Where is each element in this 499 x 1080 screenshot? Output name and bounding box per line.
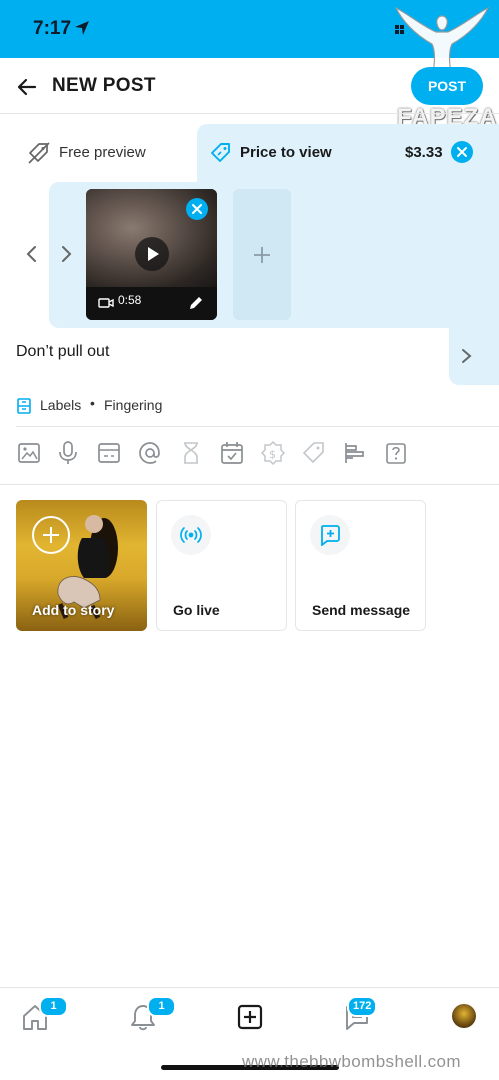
video-camera-icon — [98, 298, 114, 308]
price-tag-icon[interactable] — [301, 440, 327, 466]
vault-icon[interactable] — [96, 440, 122, 466]
send-message-label: Send message — [312, 602, 411, 618]
add-to-story-card[interactable]: Add to story — [16, 500, 147, 631]
video-info-bar — [86, 287, 217, 320]
avatar[interactable] — [452, 1004, 476, 1028]
play-icon[interactable] — [135, 237, 169, 271]
fundraise-icon[interactable]: $ — [260, 440, 286, 466]
video-thumbnail[interactable]: 0:58 — [86, 189, 217, 320]
divider — [16, 426, 499, 427]
tab-free-preview[interactable]: Free preview — [0, 124, 197, 182]
add-post-icon[interactable] — [235, 1002, 267, 1034]
go-live-label: Go live — [173, 602, 220, 618]
send-message-card[interactable]: Send message — [295, 500, 426, 631]
caption-text[interactable]: Don’t pull out — [16, 343, 109, 361]
svg-text:$: $ — [269, 448, 276, 461]
status-time: 7:17 — [33, 18, 72, 39]
labels-separator: • — [90, 395, 95, 411]
mention-icon[interactable] — [137, 440, 163, 466]
video-duration: 0:58 — [118, 293, 142, 307]
composer-toolbar: $ — [0, 440, 499, 470]
edit-pencil-icon[interactable] — [188, 295, 204, 311]
plus-circle-icon — [32, 516, 70, 554]
divider — [0, 484, 499, 485]
quiz-icon[interactable] — [383, 440, 409, 466]
add-to-story-label: Add to story — [32, 602, 115, 618]
price-to-view-label: Price to view — [240, 144, 332, 161]
chevron-right-icon[interactable] — [56, 243, 76, 270]
price-amount[interactable]: $3.33 — [405, 144, 443, 161]
schedule-icon[interactable] — [219, 440, 245, 466]
free-tag-icon — [27, 141, 51, 170]
hourglass-icon[interactable] — [178, 440, 204, 466]
notifications-badge: 1 — [147, 996, 176, 1017]
broadcast-icon — [171, 515, 211, 555]
remove-media-icon[interactable] — [186, 198, 208, 220]
plus-icon — [254, 247, 270, 263]
chevron-left-icon[interactable] — [22, 243, 42, 270]
home-badge: 1 — [39, 996, 68, 1017]
go-live-card[interactable]: Go live — [156, 500, 287, 631]
label-icon — [16, 398, 32, 417]
chevron-right-icon — [462, 349, 472, 363]
messages-badge: 172 — [347, 996, 378, 1017]
post-button[interactable]: POST — [411, 67, 483, 105]
message-plus-icon — [310, 515, 350, 555]
site-watermark: www.thebbwbombshell.com — [242, 1052, 461, 1071]
tab-price-to-view[interactable]: Price to view $3.33 — [197, 124, 499, 182]
page-title: NEW POST — [52, 75, 156, 96]
caption-expand[interactable] — [449, 328, 499, 385]
free-preview-label: Free preview — [59, 144, 146, 161]
price-tag-icon — [209, 141, 233, 170]
poll-icon[interactable] — [342, 440, 368, 466]
labels-value: Fingering — [104, 397, 163, 413]
microphone-icon[interactable] — [55, 440, 81, 466]
clear-price-icon[interactable] — [451, 141, 473, 163]
image-icon[interactable] — [16, 440, 42, 466]
location-arrow-icon — [74, 20, 90, 41]
back-arrow-icon[interactable] — [14, 74, 40, 100]
labels-title: Labels — [40, 397, 82, 413]
add-media-button[interactable] — [233, 189, 291, 320]
header: NEW POST POST — [0, 58, 499, 114]
